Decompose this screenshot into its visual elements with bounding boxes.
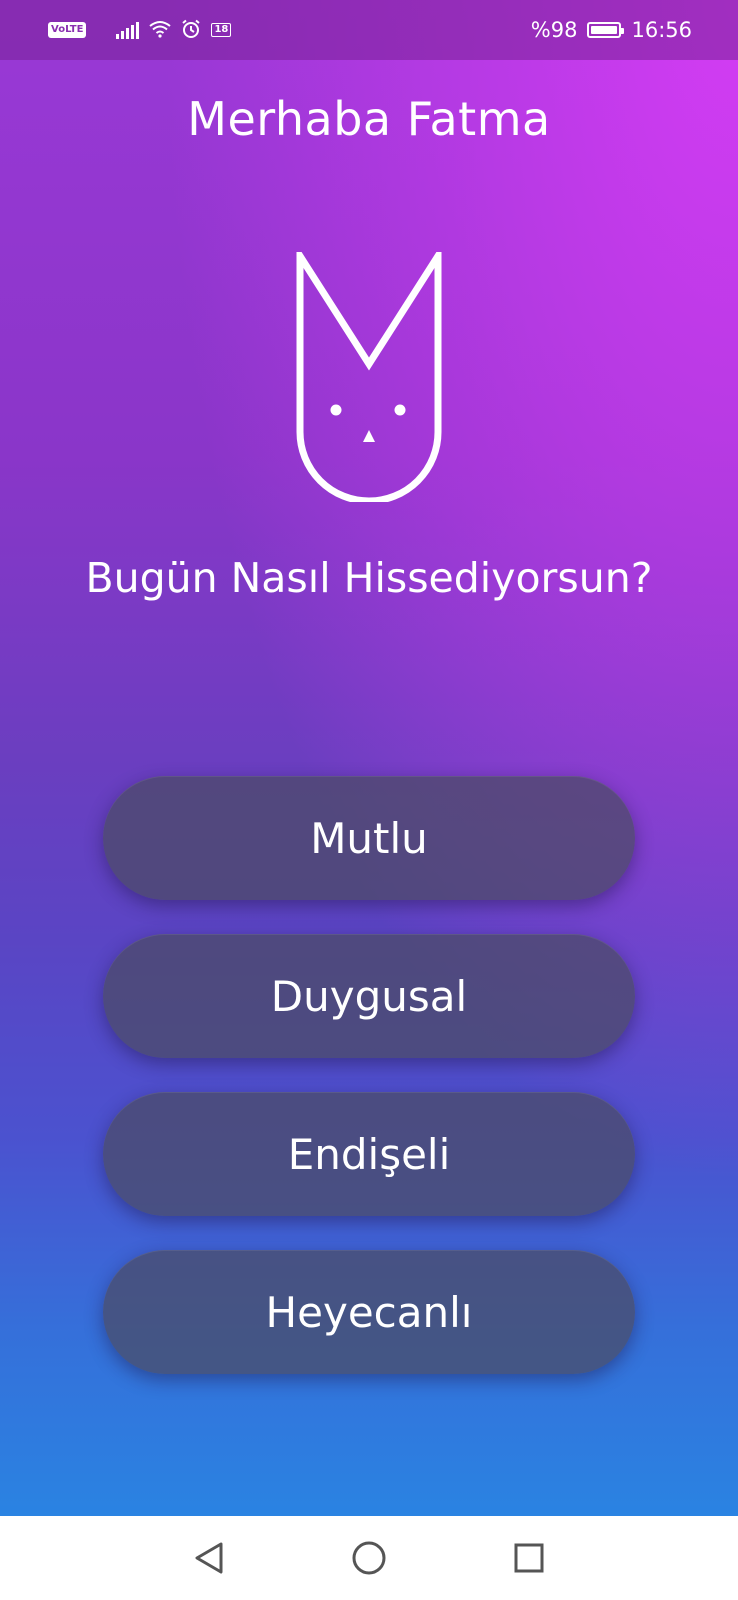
signal-icon	[116, 21, 140, 39]
volte-badge: VoLTE	[48, 22, 87, 38]
greeting-title: Merhaba Fatma	[187, 92, 551, 146]
clock: 16:56	[631, 18, 692, 42]
mood-options: Mutlu Duygusal Endişeli Heyecanlı	[103, 776, 635, 1408]
alarm-icon	[181, 19, 201, 42]
mood-button-mutlu[interactable]: Mutlu	[103, 776, 635, 900]
wifi-icon	[149, 20, 172, 41]
status-bar: VoLTE 18 %98 16:56	[0, 0, 738, 60]
battery-percent: %98	[530, 18, 578, 42]
system-navigation-bar	[0, 1516, 738, 1600]
mood-button-duygusal[interactable]: Duygusal	[103, 934, 635, 1058]
battery-level	[591, 26, 617, 34]
battery-icon	[587, 22, 625, 38]
status-left: VoLTE 18	[48, 19, 232, 42]
bunny-logo-icon	[296, 252, 442, 502]
home-circle-icon[interactable]	[349, 1538, 389, 1578]
back-triangle-icon[interactable]	[189, 1538, 229, 1578]
recents-square-icon[interactable]	[509, 1538, 549, 1578]
mood-button-endiseli[interactable]: Endişeli	[103, 1092, 635, 1216]
status-right: %98 16:56	[531, 18, 692, 42]
notification-badge: 18	[211, 23, 232, 37]
app-screen: VoLTE 18 %98 16:56 Merhaba Fatma Bugün N…	[0, 0, 738, 1516]
mood-question: Bugün Nasıl Hissediyorsun?	[85, 554, 653, 602]
mood-button-heyecanli[interactable]: Heyecanlı	[103, 1250, 635, 1374]
